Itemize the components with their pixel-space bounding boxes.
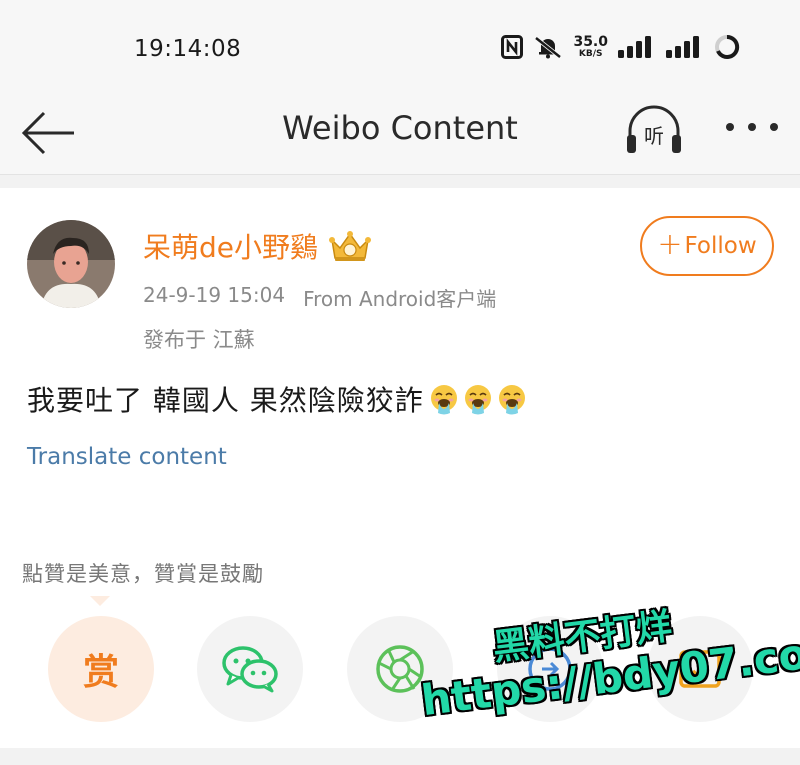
post-location: 發布于 江蘇 (143, 328, 255, 352)
crown-icon (329, 231, 372, 261)
vomit-emoji (430, 385, 457, 415)
signal-icon (618, 36, 651, 58)
more-dots-icon[interactable] (724, 119, 780, 135)
wechat-share-button[interactable] (197, 616, 303, 722)
app-header: Weibo Content 听 (0, 95, 800, 175)
post-body: 我要吐了 韓國人 果然陰險狡詐 (27, 379, 528, 419)
plus-icon: + (657, 226, 683, 262)
net-speed-value: 35.0 (573, 34, 608, 50)
headphones-listen-icon[interactable]: 听 (624, 103, 684, 159)
avatar[interactable] (27, 220, 115, 308)
username-text[interactable]: 呆萌de小野鷄 (143, 226, 318, 266)
post-text: 我要吐了 韓國人 果然陰險狡詐 (27, 384, 424, 417)
nfc-icon (501, 35, 524, 59)
vomit-emoji (498, 385, 525, 415)
signal-icon (666, 36, 699, 58)
username[interactable]: 呆萌de小野鷄 (143, 226, 372, 266)
post-source: From Android客户端 (303, 287, 497, 311)
post-meta: 24-9-19 15:04 From Android客户端 (143, 283, 496, 312)
net-speed-unit: KB/S (578, 49, 603, 59)
moments-icon (376, 645, 424, 693)
follow-button[interactable]: + Follow (640, 216, 774, 276)
hint-pointer-icon (90, 596, 110, 606)
translate-link[interactable]: Translate content (27, 444, 227, 470)
net-speed: 35.0 KB/S (573, 35, 608, 59)
status-time: 19:14:08 (134, 36, 242, 62)
reward-icon: 赏 (82, 652, 119, 693)
loading-icon (715, 34, 740, 59)
vomit-emoji (464, 385, 491, 415)
mute-icon (535, 36, 562, 59)
follow-label: Follow (684, 233, 757, 259)
reward-hint: 點贊是美意，贊賞是鼓勵 (22, 562, 264, 586)
reward-button[interactable]: 赏 (48, 616, 154, 722)
wechat-icon (222, 646, 278, 693)
status-bar: 19:14:08 35.0 KB/S (0, 0, 800, 95)
status-icons: 35.0 KB/S (501, 34, 740, 60)
emoji-row (428, 383, 528, 415)
listen-glyph: 听 (644, 124, 664, 148)
post-timestamp: 24-9-19 15:04 (143, 283, 286, 307)
